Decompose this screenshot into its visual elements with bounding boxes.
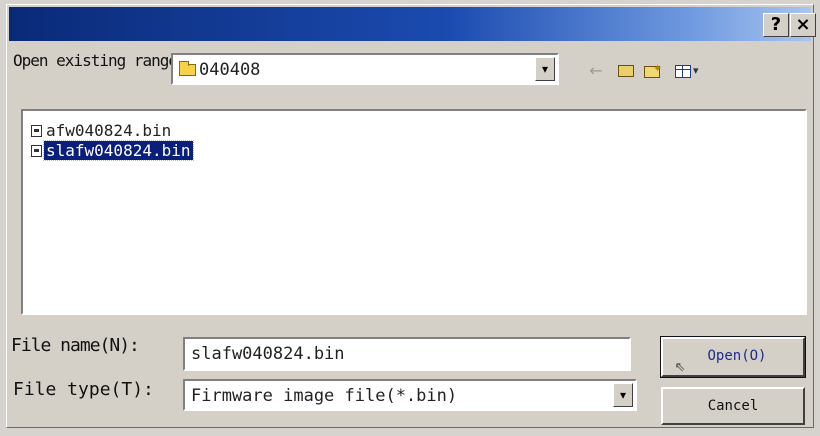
- chevron-down-icon[interactable]: ▾: [535, 57, 555, 81]
- cancel-button[interactable]: Cancel: [661, 387, 805, 425]
- list-item-selected[interactable]: slafw040824.bin: [31, 140, 194, 161]
- look-in-dropdown[interactable]: 040408 ▾: [171, 53, 559, 85]
- open-button-label: Open(O): [707, 348, 767, 364]
- new-folder-icon[interactable]: ✦: [641, 61, 663, 81]
- file-icon: [31, 125, 42, 137]
- file-type-value: Firmware image file(*.bin): [191, 386, 458, 406]
- help-button[interactable]: ?: [763, 13, 789, 37]
- open-button[interactable]: ⇖ Open(O): [660, 336, 806, 378]
- view-menu-icon[interactable]: ▾: [673, 61, 707, 81]
- chevron-down-icon[interactable]: ▾: [613, 383, 633, 407]
- file-name: slafw040824.bin: [43, 140, 194, 161]
- folder-icon: [179, 61, 196, 76]
- file-type-dropdown[interactable]: Firmware image file(*.bin) ▾: [183, 379, 637, 411]
- file-type-label: File type(T):: [13, 379, 154, 400]
- title-bar[interactable]: ? ×: [9, 7, 816, 41]
- up-folder-icon[interactable]: [615, 61, 637, 81]
- back-arrow-icon[interactable]: ←: [585, 61, 607, 81]
- file-name-label: File name(N):: [11, 335, 140, 356]
- file-name: afw040824.bin: [46, 121, 172, 140]
- file-name-input[interactable]: [183, 337, 631, 371]
- list-item[interactable]: afw040824.bin: [31, 121, 173, 141]
- look-in-value: 040408: [199, 60, 261, 80]
- file-icon: [31, 145, 42, 157]
- mouse-cursor-icon: ⇖: [675, 355, 686, 376]
- close-button[interactable]: ×: [790, 13, 816, 37]
- file-list[interactable]: afw040824.bin slafw040824.bin: [21, 109, 807, 315]
- open-file-dialog: ? × Open existing range (I): 040408 ▾ ← …: [6, 4, 816, 428]
